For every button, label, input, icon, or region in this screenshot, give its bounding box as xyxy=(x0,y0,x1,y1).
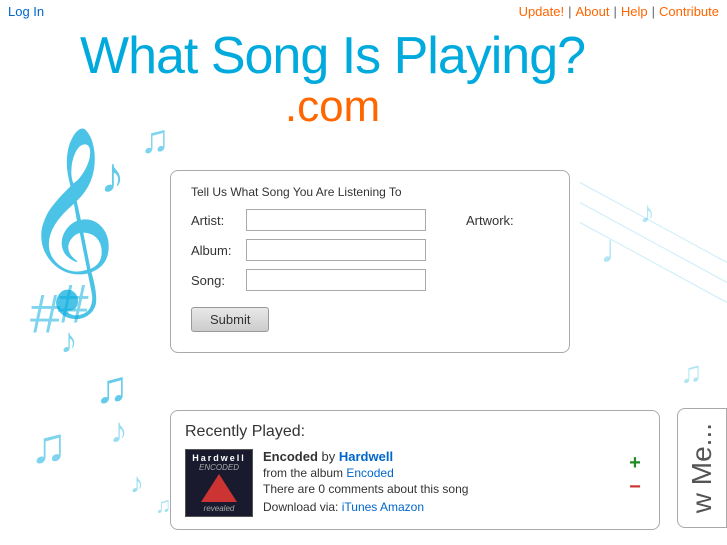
artist-input[interactable] xyxy=(246,209,426,231)
svg-text:♫: ♫ xyxy=(680,357,703,390)
svg-text:♩: ♩ xyxy=(600,228,640,272)
song-input[interactable] xyxy=(246,269,426,291)
svg-text:♪: ♪ xyxy=(110,412,128,451)
album-link[interactable]: Encoded xyxy=(346,466,393,480)
svg-text:♫: ♫ xyxy=(95,362,129,413)
logo-com: .com xyxy=(80,85,585,129)
artist-link[interactable]: Hardwell xyxy=(339,449,393,464)
form-box: Tell Us What Song You Are Listening To A… xyxy=(170,170,570,353)
album-row: Album: xyxy=(191,239,549,261)
song-row: Song: xyxy=(191,269,549,291)
logo-area: What Song Is Playing? .com xyxy=(80,28,585,129)
itunes-link[interactable]: iTunes xyxy=(342,500,378,514)
artist-row: Artist: Artwork: xyxy=(191,209,549,231)
album-art-inner: Hardwell ENCODED revealed xyxy=(186,450,252,516)
help-link[interactable]: Help xyxy=(621,4,648,19)
form-title: Tell Us What Song You Are Listening To xyxy=(191,185,549,199)
svg-text:♪: ♪ xyxy=(640,197,655,230)
sep2: | xyxy=(613,4,616,19)
art-encoded: ENCODED xyxy=(199,463,239,472)
login-link[interactable]: Log In xyxy=(8,4,44,19)
top-nav: Log In Update! | About | Help | Contribu… xyxy=(0,4,727,19)
svg-text:♫: ♫ xyxy=(30,418,68,474)
artwork-label: Artwork: xyxy=(466,213,514,228)
art-logo-bottom: revealed xyxy=(204,504,235,513)
song-title-link[interactable]: Encoded xyxy=(263,449,318,464)
download-line: Download via: iTunes Amazon xyxy=(263,500,605,514)
submit-button[interactable]: Submit xyxy=(191,307,269,332)
from-album-text: from the album xyxy=(263,466,346,480)
song-label: Song: xyxy=(191,273,246,288)
sep1: | xyxy=(568,4,571,19)
right-panel-text: w Me... xyxy=(686,423,718,513)
album-label: Album: xyxy=(191,243,246,258)
sep3: | xyxy=(652,4,655,19)
recently-box: Recently Played: Hardwell ENCODED reveal… xyxy=(170,410,660,530)
recently-title: Recently Played: xyxy=(185,423,645,441)
svg-text:#: # xyxy=(58,273,89,335)
art-triangle xyxy=(201,474,237,502)
logo-title: What Song Is Playing? xyxy=(80,28,585,85)
comments-line: There are 0 comments about this song xyxy=(263,482,605,496)
album-art: Hardwell ENCODED revealed xyxy=(185,449,253,517)
svg-text:#: # xyxy=(30,283,61,345)
song-info: Encoded by Hardwell from the album Encod… xyxy=(263,449,605,514)
right-panel[interactable]: w Me... xyxy=(677,408,727,528)
amazon-link[interactable]: Amazon xyxy=(380,500,424,514)
vote-buttons: + − xyxy=(625,453,645,497)
svg-text:𝄞: 𝄞 xyxy=(22,129,117,320)
download-text: Download via: xyxy=(263,500,338,514)
downvote-button[interactable]: − xyxy=(625,477,645,497)
upvote-button[interactable]: + xyxy=(625,453,645,473)
about-link[interactable]: About xyxy=(576,4,610,19)
svg-text:♪: ♪ xyxy=(130,468,144,499)
contribute-link[interactable]: Contribute xyxy=(659,4,719,19)
album-input[interactable] xyxy=(246,239,426,261)
svg-text:♪: ♪ xyxy=(100,148,125,204)
svg-text:♪: ♪ xyxy=(60,322,78,361)
art-logo-top: Hardwell xyxy=(192,453,246,463)
by-text: by xyxy=(322,449,339,464)
song-entry: Hardwell ENCODED revealed Encoded by Har… xyxy=(185,449,645,517)
nav-right: Update! | About | Help | Contribute xyxy=(519,4,719,19)
update-link[interactable]: Update! xyxy=(519,4,565,19)
artist-label: Artist: xyxy=(191,213,246,228)
song-title-line: Encoded by Hardwell xyxy=(263,449,605,464)
album-line: from the album Encoded xyxy=(263,466,605,480)
